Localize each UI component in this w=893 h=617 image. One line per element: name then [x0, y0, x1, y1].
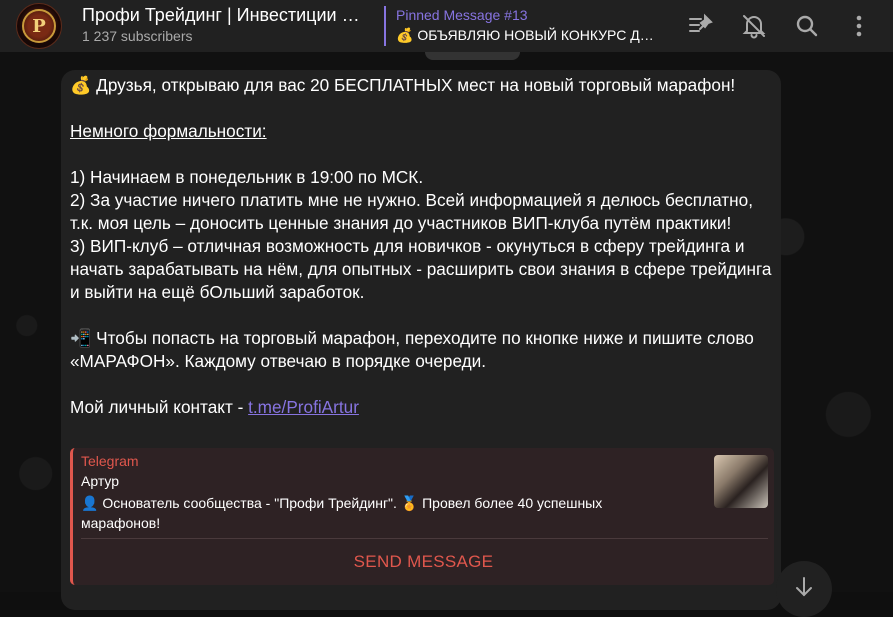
- scroll-down-button[interactable]: [776, 561, 832, 617]
- contact-link[interactable]: t.me/ProfiArtur: [248, 397, 359, 417]
- more-icon[interactable]: [846, 13, 872, 39]
- post-intro: 💰 Друзья, открываю для вас 20 БЕСПЛАТНЫХ…: [70, 75, 736, 95]
- channel-post: 💰 Друзья, открываю для вас 20 БЕСПЛАТНЫХ…: [61, 70, 781, 610]
- chat-header[interactable]: P Профи Трейдинг | Инвестиции | Фондовый…: [0, 0, 893, 52]
- post-cta: 📲 Чтобы попасть на торговый марафон, пер…: [70, 328, 754, 371]
- pinned-message-bar[interactable]: Pinned Message #13 💰 ОБЪЯВЛЯЮ НОВЫЙ КОНК…: [384, 6, 658, 46]
- preview-divider: [81, 538, 768, 539]
- mute-icon[interactable]: [741, 13, 767, 39]
- preview-title: Артур: [81, 473, 120, 489]
- post-text: 💰 Друзья, открываю для вас 20 БЕСПЛАТНЫХ…: [70, 74, 775, 419]
- pinned-message-title: Pinned Message #13: [396, 7, 528, 23]
- post-point-1: 1) Начинаем в понедельник в 19:00 по МСК…: [70, 167, 424, 187]
- arrow-down-icon: [796, 577, 812, 597]
- post-point-2: 2) За участие ничего платить мне не нужн…: [70, 190, 754, 233]
- search-icon[interactable]: [794, 13, 820, 39]
- preview-site-name: Telegram: [81, 453, 139, 469]
- channel-logo: P: [22, 9, 56, 43]
- send-message-button[interactable]: SEND MESSAGE: [73, 548, 774, 576]
- subscriber-count: 1 237 subscribers: [82, 28, 193, 44]
- channel-avatar[interactable]: P: [16, 3, 62, 49]
- pinned-list-icon[interactable]: [688, 13, 714, 39]
- channel-title[interactable]: Профи Трейдинг | Инвестиции | Фондовый р…: [82, 5, 362, 26]
- contact-label: Мой личный контакт -: [70, 397, 249, 417]
- pinned-message-text: 💰 ОБЪЯВЛЯЮ НОВЫЙ КОНКУРС ДЛЯ ПОДПИСЧИКОВ: [396, 27, 658, 43]
- post-point-3: 3) ВИП-клуб – отличная возможность для н…: [70, 236, 772, 302]
- preview-description: 👤 Основатель сообщества - "Профи Трейдин…: [81, 495, 603, 531]
- date-badge: [425, 52, 520, 60]
- link-preview[interactable]: Telegram Артур 👤 Основатель сообщества -…: [70, 448, 774, 585]
- preview-thumbnail[interactable]: [714, 455, 768, 508]
- post-heading: Немного формальности:: [70, 121, 267, 141]
